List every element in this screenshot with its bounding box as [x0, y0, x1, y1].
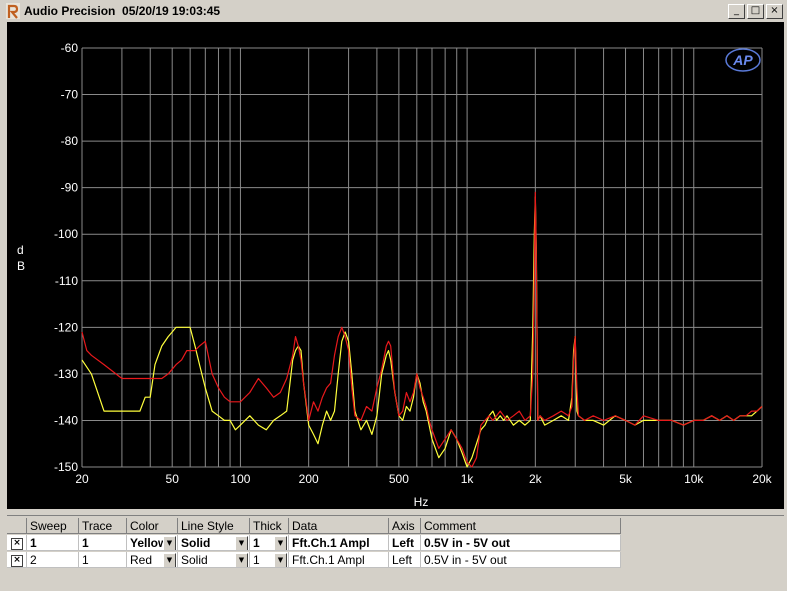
legend-row-1-comment[interactable]: 0.5V in - 5V out	[421, 535, 621, 551]
legend-row-1-axis[interactable]: Left	[389, 535, 421, 551]
fft-chart[interactable]: -60-70-80-90-100-110-120-130-140-150 20 5…	[7, 22, 784, 509]
y-axis-label-line2: B	[17, 259, 25, 273]
close-button[interactable]: ×	[766, 4, 783, 19]
ap-logo: AP	[725, 48, 761, 72]
x-tick-label: 1k	[461, 472, 475, 486]
x-tick-label: 2k	[529, 472, 543, 486]
y-tick-label: -140	[54, 413, 78, 427]
legend-header-comment[interactable]: Comment	[421, 518, 621, 534]
legend-header-thick[interactable]: Thick	[250, 518, 289, 534]
legend-row-2-color[interactable]: Red ▼	[127, 552, 178, 568]
trace-legend-table[interactable]: Sweep Trace Color Line Style Thick Data …	[7, 515, 784, 570]
x-axis-label: Hz	[414, 495, 429, 509]
legend-row-2-sweep[interactable]: 2	[27, 552, 79, 568]
legend-row-2-thick[interactable]: 1 ▼	[250, 552, 289, 568]
y-tick-label: -60	[61, 41, 79, 55]
x-tick-label: 200	[299, 472, 319, 486]
legend-row-2-trace[interactable]: 1	[79, 552, 127, 568]
x-tick-label: 5k	[619, 472, 633, 486]
grid-lines	[81, 47, 763, 468]
x-tick-label: 100	[230, 472, 250, 486]
title-bar[interactable]: Audio Precision 05/20/19 19:03:45 _ □ ×	[0, 0, 787, 22]
x-tick-label: 20	[75, 472, 89, 486]
series-line-1	[81, 196, 763, 468]
y-axis-label-line1: d	[17, 243, 24, 257]
y-tick-label: -120	[54, 320, 78, 334]
y-tick-label: -70	[61, 88, 79, 102]
minimize-button[interactable]: _	[728, 4, 745, 19]
y-tick-label: -80	[61, 134, 79, 148]
legend-header-axis[interactable]: Axis	[389, 518, 421, 534]
legend-row-2-thick-value: 1	[253, 553, 260, 567]
window-title: Audio Precision 05/20/19 19:03:45	[24, 4, 221, 18]
legend-row-2-style-value: Solid	[181, 553, 208, 567]
legend-row-1-style-value: Solid	[181, 536, 211, 550]
x-tick-label: 10k	[684, 472, 704, 486]
legend-row-1-check-cell[interactable]: ×	[7, 535, 27, 551]
ap-logo-text: AP	[732, 52, 753, 68]
chevron-down-icon[interactable]: ▼	[235, 553, 248, 567]
legend-header-trace[interactable]: Trace	[79, 518, 127, 534]
legend-row-1-sweep[interactable]: 1	[27, 535, 79, 551]
legend-row-1-data[interactable]: Fft.Ch.1 Ampl	[289, 535, 389, 551]
legend-row-2-axis[interactable]: Left	[389, 552, 421, 568]
legend-row-2-check-cell[interactable]: ×	[7, 552, 27, 568]
legend-header-line-style[interactable]: Line Style	[178, 518, 250, 534]
x-tick-labels: 20 50 100 200 500 1k 2k 5k 10k 20k	[75, 472, 772, 486]
maximize-button[interactable]: □	[747, 4, 764, 19]
y-tick-labels: -60-70-80-90-100-110-120-130-140-150	[54, 41, 78, 474]
legend-row-2-comment[interactable]: 0.5V in - 5V out	[421, 552, 621, 568]
chevron-down-icon[interactable]: ▼	[163, 553, 176, 567]
legend-row-2-style[interactable]: Solid ▼	[178, 552, 250, 568]
series-layer	[81, 191, 763, 468]
legend-header-data[interactable]: Data	[289, 518, 389, 534]
y-tick-label: -90	[61, 181, 79, 195]
checkbox-icon[interactable]: ×	[11, 538, 23, 550]
legend-row-2-color-value: Red	[130, 553, 153, 567]
app-icon	[6, 3, 20, 19]
legend-row-1-style[interactable]: Solid ▼	[178, 535, 250, 551]
chevron-down-icon[interactable]: ▼	[274, 536, 287, 550]
x-tick-label: 500	[389, 472, 409, 486]
chevron-down-icon[interactable]: ▼	[163, 536, 176, 550]
y-tick-label: -110	[55, 274, 78, 288]
x-tick-label: 50	[166, 472, 180, 486]
legend-row-1-color-value: Yellow	[130, 536, 168, 550]
x-tick-label: 20k	[752, 472, 772, 486]
legend-row-1-color[interactable]: Yellow ▼	[127, 535, 178, 551]
legend-row-1-thick-value: 1	[253, 536, 260, 550]
y-tick-label: -100	[54, 227, 78, 241]
chevron-down-icon[interactable]: ▼	[235, 536, 248, 550]
legend-row-1-trace[interactable]: 1	[79, 535, 127, 551]
legend-header-check	[7, 518, 27, 534]
legend-header-color[interactable]: Color	[127, 518, 178, 534]
series-line-2	[81, 191, 763, 468]
checkbox-icon[interactable]: ×	[11, 555, 23, 567]
legend-row-1-thick[interactable]: 1 ▼	[250, 535, 289, 551]
legend-header-sweep[interactable]: Sweep	[27, 518, 79, 534]
legend-row-2-data[interactable]: Fft.Ch.1 Ampl	[289, 552, 389, 568]
y-tick-label: -130	[54, 367, 78, 381]
chevron-down-icon[interactable]: ▼	[274, 553, 287, 567]
plot-area[interactable]: -60 -70 -80 -90 -100 -110 -120 -130 -140 -150 20 5…	[7, 22, 784, 509]
